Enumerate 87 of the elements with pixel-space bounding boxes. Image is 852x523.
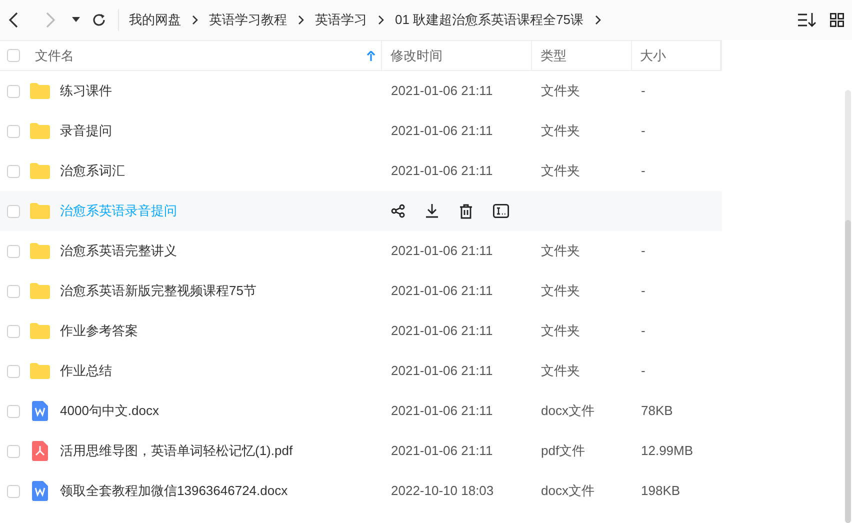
checkbox[interactable] [7,484,20,498]
sort-list-icon[interactable] [798,13,816,27]
file-size: - [641,323,646,338]
column-header[interactable]: 文件名 [35,46,74,66]
file-name[interactable]: 4000句中文.docx [60,401,159,421]
file-name[interactable]: 作业总结 [60,361,112,381]
column-header[interactable]: 修改时间 [390,46,442,66]
folder-icon [30,283,50,299]
folder-icon [30,123,50,139]
breadcrumb-link[interactable]: 01 耿建超治愈系英语课程全75课 [395,10,584,30]
file-name[interactable]: 录音提问 [60,121,112,141]
scrollbar-track[interactable] [845,90,851,523]
file-size: - [641,83,646,98]
modified-time: 2021-01-06 21:11 [391,363,493,378]
folder-icon [30,163,50,179]
modified-time: 2021-01-06 21:11 [391,283,493,298]
file-size: 198KB [641,483,680,498]
file-size: - [641,363,646,378]
folder-icon [30,83,50,99]
checkbox[interactable] [7,204,20,218]
back-icon[interactable] [8,12,20,28]
file-name[interactable]: 练习课件 [60,81,112,101]
checkbox[interactable] [7,404,20,418]
trash-icon[interactable] [459,204,473,218]
folder-icon [30,243,50,259]
checkbox[interactable] [7,49,20,62]
file-name[interactable]: 治愈系英语完整讲义 [60,241,177,261]
checkbox[interactable] [7,124,20,138]
chevron-icon [298,15,304,25]
breadcrumb-link[interactable]: 我的网盘 [129,10,181,30]
rename-icon[interactable] [493,204,509,218]
file-size: - [641,283,646,298]
modified-time: 2021-01-06 21:11 [391,163,493,178]
file-name[interactable]: 治愈系词汇 [60,161,125,181]
modified-time: 2021-01-06 21:11 [391,403,493,418]
chevron-icon [192,15,198,25]
file-type: 文件夹 [541,283,580,298]
word-document-icon [32,401,48,421]
forward-icon[interactable] [44,12,56,28]
column-header[interactable]: 类型 [540,46,566,66]
checkbox[interactable] [7,84,20,98]
file-size: - [641,163,646,178]
file-type: 文件夹 [541,363,580,378]
file-name[interactable]: 治愈系英语新版完整视频课程75节 [60,281,256,301]
pdf-document-icon [32,441,48,461]
checkbox[interactable] [7,244,20,258]
checkbox[interactable] [7,164,20,178]
file-size: 12.99MB [641,443,694,458]
file-name[interactable]: 作业参考答案 [60,321,138,341]
file-name[interactable]: 领取全套教程加微信13963646724.docx [60,481,288,501]
file-type: 文件夹 [541,123,580,138]
file-type: 文件夹 [541,243,580,258]
file-type: 文件夹 [541,323,580,338]
download-icon[interactable] [425,204,439,218]
refresh-icon[interactable] [92,13,106,27]
file-size: - [641,123,646,138]
modified-time: 2021-01-06 21:11 [391,243,493,258]
file-size: 78KB [641,403,673,418]
file-type: 文件夹 [541,83,580,98]
file-type: pdf文件 [541,443,586,458]
breadcrumb-link[interactable]: 英语学习教程 [209,10,287,30]
word-document-icon [32,481,48,501]
chevron-icon [594,15,601,25]
modified-time: 2021-01-06 21:11 [391,123,493,138]
sort-arrow-icon[interactable] [367,50,376,60]
folder-icon [30,323,50,339]
file-size: - [641,243,646,258]
modified-time: 2021-01-06 21:11 [391,83,493,98]
column-header[interactable]: 大小 [640,46,666,66]
file-type: 文件夹 [541,163,580,178]
file-type: docx文件 [541,403,594,418]
checkbox[interactable] [7,364,20,378]
modified-time: 2021-01-06 21:11 [391,443,493,458]
modified-time: 2022-10-10 18:03 [391,483,494,498]
checkbox[interactable] [7,324,20,338]
file-name[interactable]: 活用思维导图，英语单词轻松记忆(1).pdf [60,441,293,461]
chevron-icon [378,15,384,25]
folder-icon [30,203,50,219]
checkbox[interactable] [7,444,20,458]
modified-time: 2021-01-06 21:11 [391,323,493,338]
folder-icon [30,363,50,379]
grid-view-icon[interactable] [830,13,844,27]
dropdown-caret-icon[interactable] [72,17,80,23]
share-icon[interactable] [391,204,405,218]
breadcrumb-link[interactable]: 英语学习 [315,10,367,30]
checkbox[interactable] [7,284,20,298]
file-type: docx文件 [541,483,594,498]
